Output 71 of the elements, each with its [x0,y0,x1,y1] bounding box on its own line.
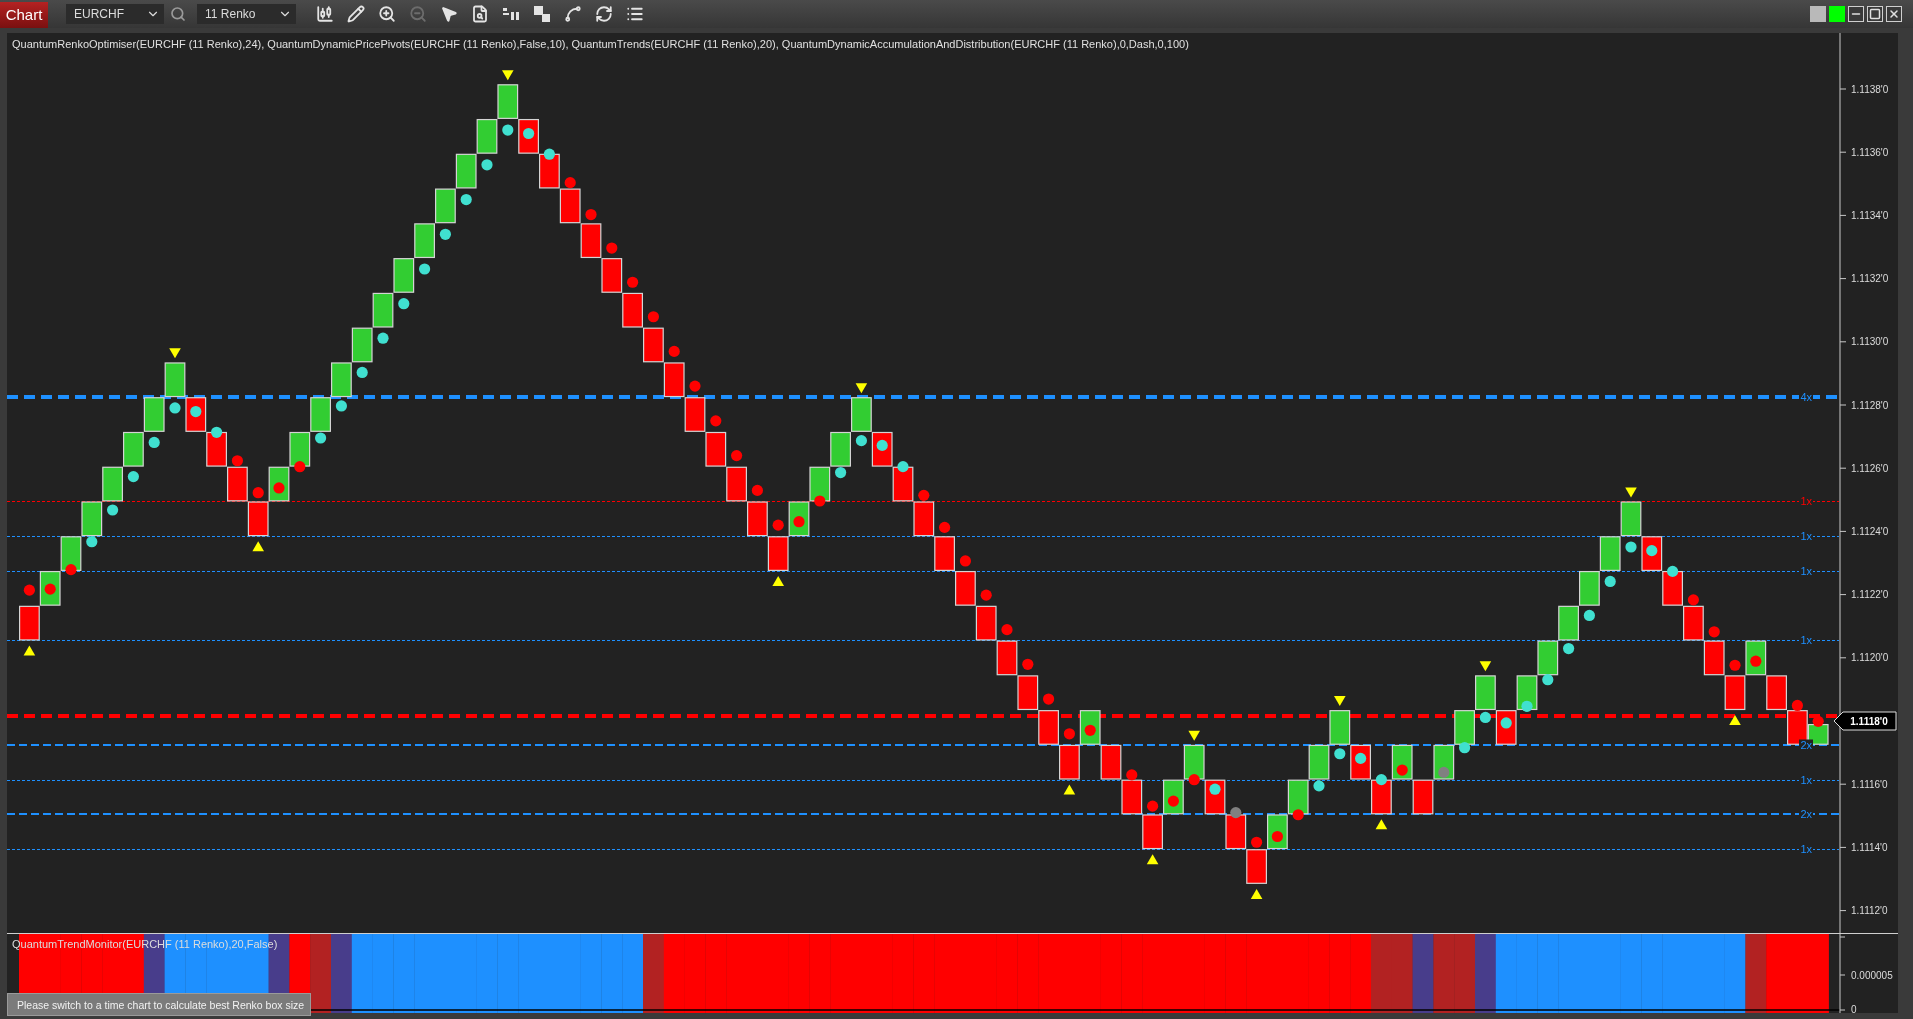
level-label: 1x [1800,774,1812,786]
zoom-in-icon [378,5,396,23]
renko-brick [497,84,519,119]
renko-brick [1246,849,1267,884]
price-label: 1.1122'0 [1851,589,1889,601]
level-label: 1x [1800,495,1812,507]
level-label: 1x [1800,530,1812,542]
price-label: 1.1124'0 [1851,526,1889,537]
zoom-out-icon [409,5,427,23]
renko-brick [1183,744,1205,780]
level-label: 2x [1800,808,1812,820]
price-label: 1.1114'0 [1851,842,1888,853]
toolbar-button[interactable] [439,4,459,24]
price-label: 1.1112'0 [1851,905,1888,917]
minimize-button[interactable] [1848,6,1864,22]
level-label: 4x [1800,391,1812,403]
price-label: 1.1116'0 [1851,778,1888,790]
close-button[interactable] [1886,6,1902,22]
toolbar-button[interactable] [470,4,490,24]
price-label: 1.1120'0 [1851,652,1889,664]
price-label: 1.1126'0 [1851,462,1889,474]
bar-type-dropdown[interactable]: 11 Renko [197,4,296,24]
price-label: 1.1130'0 [1851,336,1889,348]
file-search-icon [471,5,489,23]
level-label: 2x [1800,739,1812,751]
spline-icon [564,5,582,23]
renko-brick [851,397,872,432]
renko-brick [1059,744,1080,780]
cursor-icon [440,5,458,23]
level-label: 1x [1800,843,1812,855]
toolbar-button[interactable] [315,4,335,24]
toolbar-button[interactable] [377,4,397,24]
symbol-dropdown[interactable]: EURCHF [66,4,164,24]
pencil-icon [347,5,365,23]
renko-brick [1475,675,1496,711]
refresh-icon [595,5,613,23]
chart-tab[interactable]: Chart [0,1,48,28]
price-label: 1.1128'0 [1851,399,1889,411]
bar-chart-icon [503,8,519,20]
current-price-tag: 1.1118'0 [1833,711,1897,731]
toolbar-button[interactable] [594,4,614,24]
list-icon [626,5,644,23]
renko-brick [1620,501,1642,537]
stacked-squares-icon [534,6,550,22]
renko-brick [1724,675,1746,711]
maximize-button[interactable] [1867,6,1883,22]
notice-message: Please switch to a time chart to calculate best Renko box size [7,993,311,1016]
price-label: 1.1138'0 [1851,83,1889,95]
price-label: 1.1136'0 [1851,146,1889,158]
toolbar-button[interactable] [532,4,552,24]
search-icon [170,6,186,22]
price-label: 1.1134'0 [1851,210,1889,221]
renko-brick [1329,710,1351,745]
candlestick-icon [316,5,334,23]
price-label: 1.1132'0 [1851,273,1889,285]
renko-brick [767,536,789,571]
indicator-list: QuantumRenkoOptimiser(EURCHF (11 Renko),24), QuantumDynamicPricePivots(EURCHF (11 Renko),False,10), QuantumTrends(EURCHF (11 Renko),20), QuantumDynamicAccumulationAndDistribution(EURCHF (11 Renko),0,Dash,0,100) [12,38,1189,50]
renko-brick [19,605,40,641]
toolbar-button[interactable] [346,4,366,24]
renko-brick [1142,814,1163,850]
level-label: 1x [1800,634,1812,646]
renko-brick [1371,779,1392,815]
value-label: 0 [1851,1003,1857,1013]
renko-brick [164,362,186,398]
value-label: 0.000005 [1851,969,1893,981]
renko-brick [247,501,269,537]
close-icon [1888,8,1900,20]
maximize-icon [1869,8,1881,20]
search-button[interactable] [169,5,187,23]
level-label: 1x [1800,565,1812,577]
toolbar-button[interactable] [563,4,583,24]
